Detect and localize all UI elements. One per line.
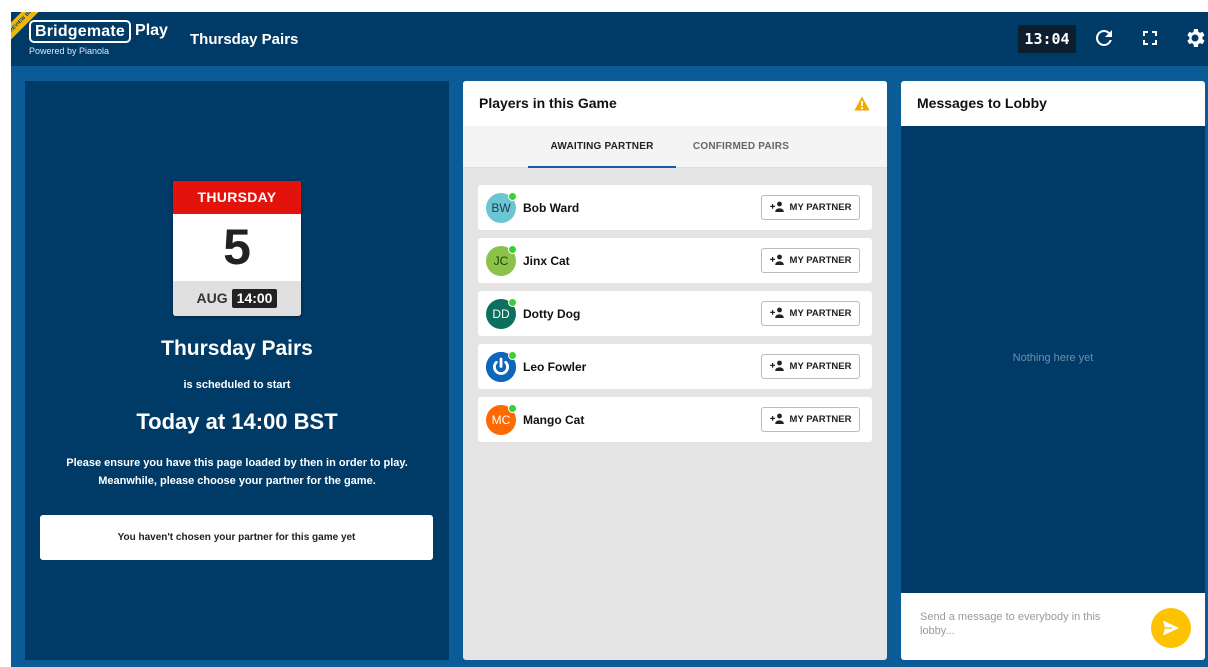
avatar-initials: BW bbox=[491, 201, 511, 215]
avatar: DD bbox=[486, 298, 517, 329]
message-input[interactable]: Send a message to everybody in this lobb… bbox=[920, 610, 1130, 638]
player-row: Leo Fowler MY PARTNER bbox=[478, 344, 872, 389]
player-name: Dotty Dog bbox=[523, 307, 581, 321]
my-partner-button[interactable]: MY PARTNER bbox=[761, 301, 860, 326]
warning-icon[interactable] bbox=[854, 96, 870, 111]
event-info-panel: THURSDAY 5 AUG 14:00 Thursday Pairs is sc… bbox=[25, 81, 449, 660]
top-bar: Bridgemate Play Powered by Pianola PREVIE… bbox=[11, 12, 1208, 66]
avatar: JC bbox=[486, 245, 517, 276]
player-row: BW Bob Ward MY PARTNER bbox=[478, 185, 872, 230]
player-name: Mango Cat bbox=[523, 413, 585, 427]
partner-status-box: You haven't chosen your partner for this… bbox=[40, 515, 433, 560]
avatar bbox=[486, 351, 517, 382]
add-person-icon bbox=[769, 413, 784, 424]
player-name: Bob Ward bbox=[523, 201, 580, 215]
message-compose: Send a message to everybody in this lobb… bbox=[901, 593, 1205, 660]
logo-play: Play bbox=[135, 22, 168, 39]
player-row: DD Dotty Dog MY PARTNER bbox=[478, 291, 872, 336]
calendar-card: THURSDAY 5 AUG 14:00 bbox=[173, 181, 301, 316]
powered-by-text: Powered by Pianola bbox=[29, 46, 110, 56]
my-partner-button[interactable]: MY PARTNER bbox=[761, 248, 860, 273]
online-indicator bbox=[508, 404, 517, 413]
add-person-icon bbox=[769, 254, 784, 265]
my-partner-button[interactable]: MY PARTNER bbox=[761, 354, 860, 379]
my-partner-label: MY PARTNER bbox=[789, 414, 852, 425]
player-row: MC Mango Cat MY PARTNER bbox=[478, 397, 872, 442]
calendar-date: 5 bbox=[223, 219, 251, 275]
scheduled-text: is scheduled to start bbox=[183, 379, 291, 391]
bridgemate-logo: Bridgemate Play Powered by Pianola bbox=[29, 20, 168, 56]
players-tabs: AWAITING PARTNER CONFIRMED PAIRS bbox=[463, 126, 887, 168]
fullscreen-icon[interactable] bbox=[1138, 26, 1162, 50]
players-panel: Players in this Game AWAITING PARTNER CO… bbox=[463, 81, 887, 660]
my-partner-label: MY PARTNER bbox=[789, 202, 852, 213]
my-partner-button[interactable]: MY PARTNER bbox=[761, 195, 860, 220]
calendar-month: AUG bbox=[196, 290, 228, 306]
send-button[interactable] bbox=[1151, 608, 1191, 648]
event-title: Thursday Pairs bbox=[161, 337, 313, 360]
avatar-initials: MC bbox=[491, 413, 511, 427]
calendar-time: 14:00 bbox=[231, 289, 278, 308]
my-partner-button[interactable]: MY PARTNER bbox=[761, 407, 860, 432]
empty-messages-text: Nothing here yet bbox=[1012, 352, 1094, 364]
player-list: BW Bob Ward MY PARTNER JC Jinx Cat MY PA… bbox=[478, 185, 872, 450]
tab-confirmed-pairs[interactable]: CONFIRMED PAIRS bbox=[681, 126, 801, 168]
calendar-day: THURSDAY bbox=[173, 181, 301, 214]
clock: 13:04 bbox=[1018, 25, 1076, 53]
instructions-line-1: Please ensure you have this page loaded … bbox=[66, 457, 408, 469]
add-person-icon bbox=[769, 360, 784, 371]
player-name: Jinx Cat bbox=[523, 254, 570, 268]
calendar-footer: AUG 14:00 bbox=[173, 281, 301, 316]
player-row: JC Jinx Cat MY PARTNER bbox=[478, 238, 872, 283]
players-panel-header: Players in this Game bbox=[463, 81, 887, 126]
send-icon bbox=[1163, 620, 1179, 636]
messages-panel-title: Messages to Lobby bbox=[917, 95, 1047, 111]
header-game-title: Thursday Pairs bbox=[190, 31, 299, 48]
instructions-line-2: Meanwhile, please choose your partner fo… bbox=[98, 475, 376, 487]
online-indicator bbox=[508, 351, 517, 360]
my-partner-label: MY PARTNER bbox=[789, 255, 852, 266]
add-person-icon bbox=[769, 307, 784, 318]
avatar-initials: DD bbox=[492, 307, 510, 321]
avatar: MC bbox=[486, 404, 517, 435]
my-partner-label: MY PARTNER bbox=[789, 361, 852, 372]
start-time: Today at 14:00 BST bbox=[136, 409, 338, 434]
online-indicator bbox=[508, 245, 517, 254]
app-frame: Bridgemate Play Powered by Pianola PREVIE… bbox=[11, 12, 1208, 667]
refresh-icon[interactable] bbox=[1092, 26, 1116, 50]
messages-panel: Messages to Lobby Nothing here yet Send … bbox=[901, 81, 1205, 660]
players-panel-title: Players in this Game bbox=[479, 95, 617, 111]
add-person-icon bbox=[769, 201, 784, 212]
gear-icon[interactable] bbox=[1183, 26, 1207, 50]
instructions: Please ensure you have this page loaded … bbox=[25, 454, 449, 490]
player-name: Leo Fowler bbox=[523, 360, 587, 374]
messages-panel-header: Messages to Lobby bbox=[901, 81, 1205, 126]
avatar-initials: JC bbox=[493, 254, 509, 268]
tab-awaiting-partner[interactable]: AWAITING PARTNER bbox=[528, 126, 676, 168]
avatar: BW bbox=[486, 192, 517, 223]
logo-wordmark: Bridgemate bbox=[29, 20, 132, 43]
my-partner-label: MY PARTNER bbox=[789, 308, 852, 319]
online-indicator bbox=[508, 192, 517, 201]
online-indicator bbox=[508, 298, 517, 307]
